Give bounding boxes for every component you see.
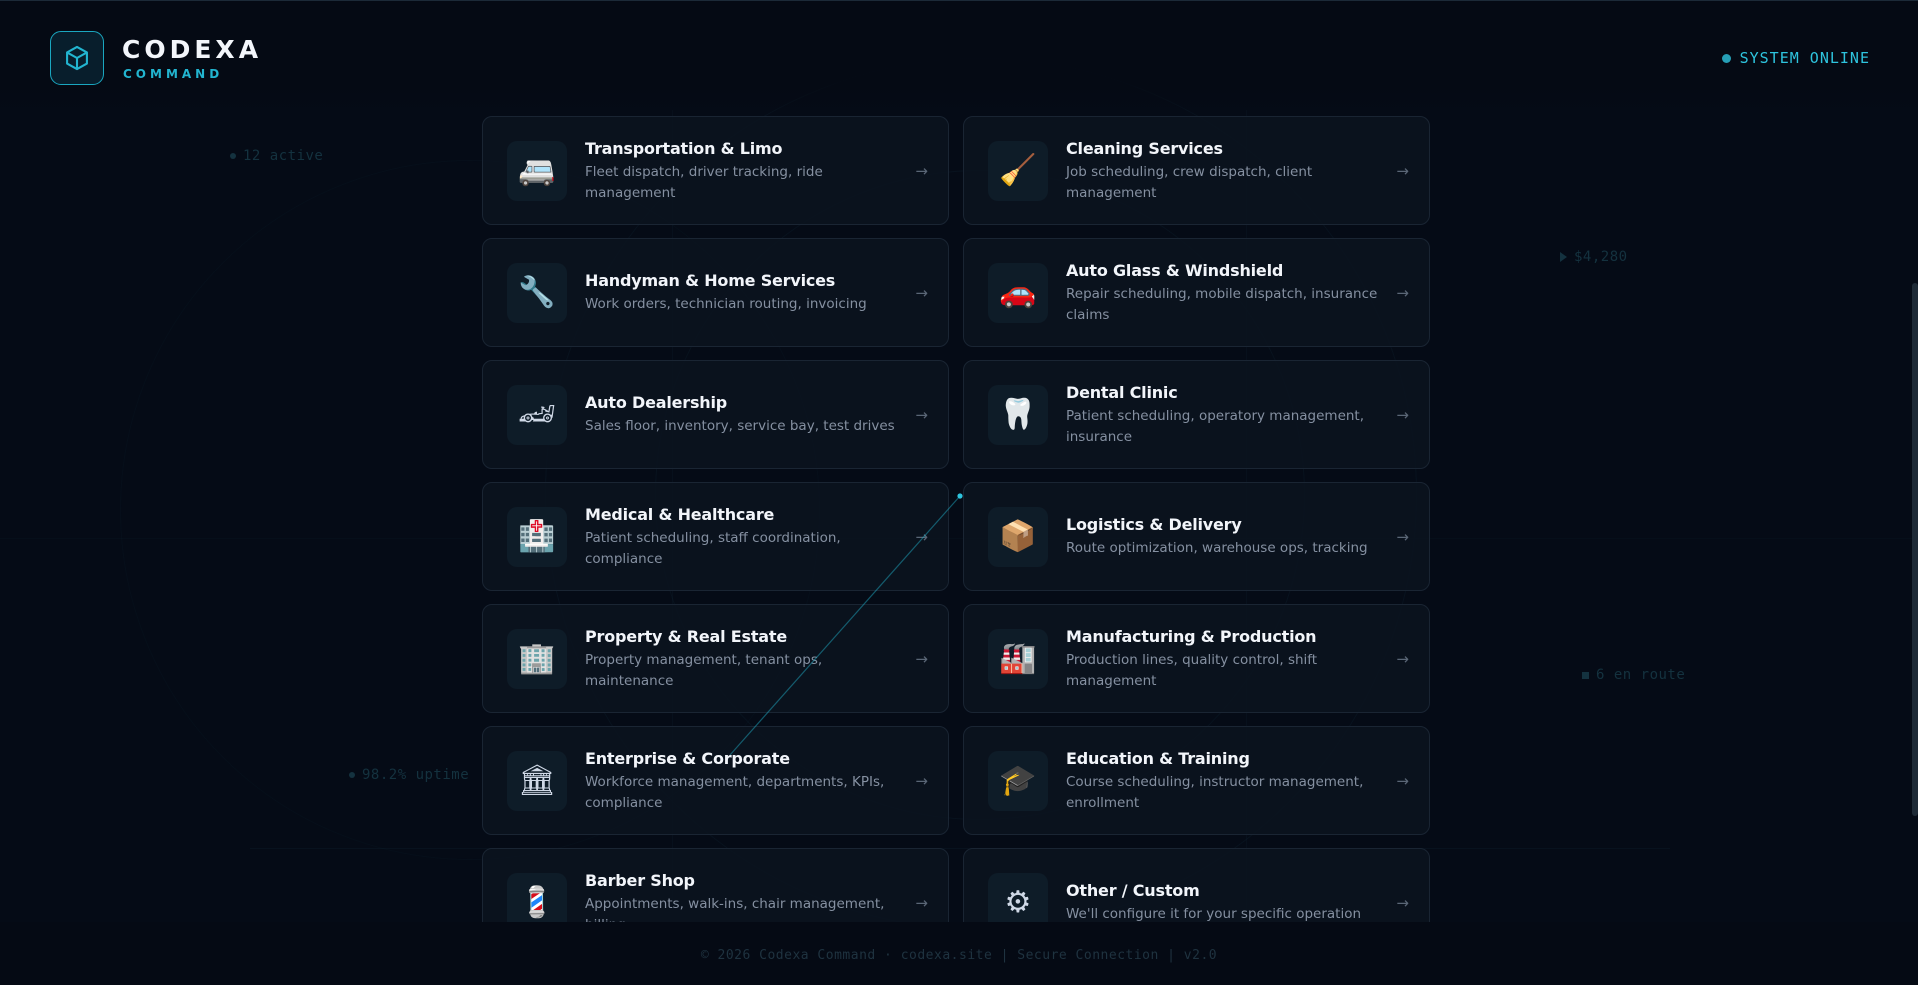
- industry-grid-viewport[interactable]: 🚐 Transportation & Limo Fleet dispatch, dr…: [482, 116, 1433, 924]
- industry-description: Fleet dispatch, driver tracking, ride ma…: [585, 163, 823, 201]
- industry-card[interactable]: 🧹 Cleaning Services Job scheduling, crew d…: [963, 116, 1430, 225]
- brand-name: CODEXA: [122, 35, 263, 64]
- dot-icon: [349, 772, 355, 778]
- header: [0, 0, 1918, 118]
- industry-description: Production lines, quality control, shift…: [1066, 651, 1318, 689]
- industry-title: Transportation & Limo: [585, 138, 783, 158]
- system-status: SYSTEM ONLINE: [1721, 49, 1870, 67]
- status-dot-icon: [1721, 53, 1731, 63]
- arrow-right-icon: →: [915, 771, 928, 790]
- square-icon: [1582, 671, 1589, 679]
- top-border: [0, 0, 1918, 1]
- factory-icon: 🏭: [988, 628, 1048, 689]
- industry-card[interactable]: 🎓 Education & Training Course scheduling, …: [963, 726, 1430, 835]
- industry-title: Manufacturing & Production: [1066, 626, 1317, 646]
- active-stat: 12 active: [230, 148, 323, 164]
- scrollbar-thumb[interactable]: [1912, 283, 1918, 816]
- industry-card[interactable]: 🏛 Enterprise & Corporate Workforce managem…: [482, 726, 949, 835]
- industry-title: Property & Real Estate: [585, 626, 787, 646]
- car-icon: 🚗: [988, 262, 1048, 323]
- industry-title: Handyman & Home Services: [585, 271, 836, 290]
- hospital-icon: 🏥: [507, 506, 567, 567]
- uptime-stat: 98.2% uptime: [349, 767, 469, 783]
- industry-description: Workforce management, departments, KPIs,…: [585, 773, 885, 811]
- industry-card[interactable]: 🏭 Manufacturing & Production Production li…: [963, 604, 1430, 713]
- industry-title: Dental Clinic: [1066, 382, 1178, 402]
- arrow-right-icon: →: [1396, 161, 1409, 180]
- industry-description: Sales floor, inventory, service bay, tes…: [585, 418, 895, 434]
- industry-card[interactable]: 💈 Barber Shop Appointments, walk-ins, chai…: [482, 848, 949, 924]
- brand-subtitle: COMMAND: [123, 67, 224, 81]
- industry-title: Logistics & Delivery: [1066, 515, 1242, 534]
- industry-description: Appointments, walk-ins, chair management…: [585, 895, 885, 925]
- race-car-icon: 🏎: [507, 384, 567, 445]
- industry-description: Repair scheduling, mobile dispatch, insu…: [1066, 285, 1378, 323]
- arrow-right-icon: →: [1396, 893, 1409, 912]
- package-icon: 📦: [988, 506, 1048, 567]
- industry-card[interactable]: ⚙ Other / Custom We'll configure it for yo…: [963, 848, 1430, 924]
- broom-icon: 🧹: [988, 140, 1048, 201]
- arrow-right-icon: →: [1396, 405, 1409, 424]
- industry-grid: 🚐 Transportation & Limo Fleet dispatch, dr…: [482, 116, 1433, 924]
- industry-title: Other / Custom: [1066, 881, 1200, 900]
- industry-title: Auto Dealership: [585, 393, 727, 412]
- industry-title: Medical & Healthcare: [585, 504, 775, 524]
- graduation-cap-icon: 🎓: [988, 750, 1048, 811]
- industry-description: Property management, tenant ops, mainten…: [585, 651, 823, 689]
- arrow-right-icon: →: [1396, 771, 1409, 790]
- industry-card[interactable]: 🔧 Handyman & Home Services Work orders, te…: [482, 238, 949, 347]
- status-label: SYSTEM ONLINE: [1739, 49, 1870, 67]
- industry-description: We'll configure it for your specific ope…: [1066, 906, 1362, 922]
- industry-title: Auto Glass & Windshield: [1066, 260, 1284, 280]
- cube-icon: [66, 45, 88, 71]
- industry-card[interactable]: 🏥 Medical & Healthcare Patient scheduling,…: [482, 482, 949, 591]
- logo[interactable]: [50, 31, 104, 85]
- industry-description: Patient scheduling, operatory management…: [1066, 407, 1365, 445]
- gear-icon: ⚙: [988, 872, 1048, 924]
- arrow-right-icon: →: [915, 283, 928, 302]
- industry-description: Work orders, technician routing, invoici…: [585, 296, 867, 312]
- wrench-icon: 🔧: [507, 262, 567, 323]
- industry-description: Route optimization, warehouse ops, track…: [1066, 540, 1368, 556]
- industry-card[interactable]: 📦 Logistics & Delivery Route optimization,…: [963, 482, 1430, 591]
- dot-icon: [230, 153, 236, 159]
- minibus-icon: 🚐: [507, 140, 567, 201]
- industry-card[interactable]: 🏎 Auto Dealership Sales floor, inventory, …: [482, 360, 949, 469]
- footer-text: © 2026 Codexa Command · codexa.site | Se…: [700, 948, 1218, 963]
- industry-card[interactable]: 🚐 Transportation & Limo Fleet dispatch, dr…: [482, 116, 949, 225]
- industry-card[interactable]: 🦷 Dental Clinic Patient scheduling, operat…: [963, 360, 1430, 469]
- industry-title: Enterprise & Corporate: [585, 748, 790, 768]
- industry-card[interactable]: 🏢 Property & Real Estate Property manageme…: [482, 604, 949, 713]
- classical-building-icon: 🏛: [507, 750, 567, 811]
- industry-card[interactable]: 🚗 Auto Glass & Windshield Repair schedulin…: [963, 238, 1430, 347]
- industry-title: Cleaning Services: [1066, 138, 1223, 158]
- arrow-right-icon: →: [915, 161, 928, 180]
- tooth-icon: 🦷: [988, 384, 1048, 445]
- arrow-right-icon: →: [915, 405, 928, 424]
- arrow-right-icon: →: [915, 527, 928, 546]
- revenue-stat: $4,280: [1560, 249, 1628, 265]
- arrow-right-icon: →: [1396, 283, 1409, 302]
- industry-title: Barber Shop: [585, 870, 695, 890]
- arrow-right-icon: →: [915, 649, 928, 668]
- industry-description: Job scheduling, crew dispatch, client ma…: [1066, 163, 1313, 201]
- triangle-icon: [1560, 252, 1567, 262]
- en-route-stat: 6 en route: [1582, 667, 1685, 683]
- arrow-right-icon: →: [915, 893, 928, 912]
- arrow-right-icon: →: [1396, 527, 1409, 546]
- industry-description: Course scheduling, instructor management…: [1066, 773, 1364, 811]
- industry-description: Patient scheduling, staff coordination, …: [585, 529, 841, 567]
- industry-title: Education & Training: [1066, 748, 1250, 768]
- office-building-icon: 🏢: [507, 628, 567, 689]
- barber-pole-icon: 💈: [507, 872, 567, 924]
- arrow-right-icon: →: [1396, 649, 1409, 668]
